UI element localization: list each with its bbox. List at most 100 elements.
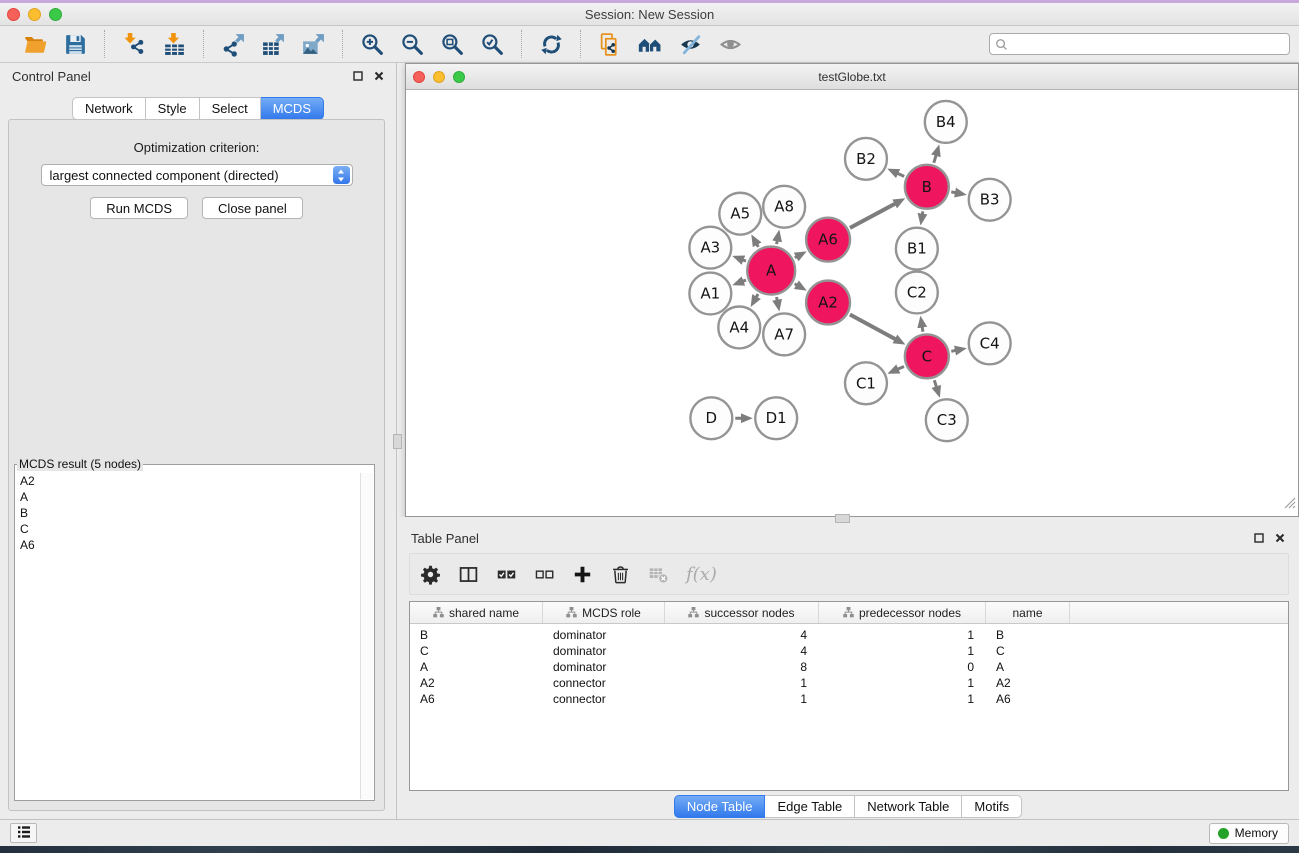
graph-node-B[interactable]: B	[905, 165, 949, 209]
memory-button[interactable]: Memory	[1209, 823, 1289, 844]
delete-column-button[interactable]	[610, 564, 631, 585]
float-table-panel-button[interactable]	[1254, 531, 1264, 546]
mcds-result-item[interactable]: C	[16, 521, 360, 537]
graph-edge-A-A7[interactable]	[777, 297, 778, 301]
graph-node-A6[interactable]: A6	[806, 218, 850, 262]
tab-style[interactable]: Style	[146, 97, 200, 120]
resize-grip-icon[interactable]	[1284, 496, 1296, 514]
graph-edge-B-B2[interactable]	[897, 173, 904, 176]
column-header-mcds-role[interactable]: MCDS role	[543, 602, 665, 623]
graph-node-C1[interactable]: C1	[845, 362, 887, 404]
network-canvas[interactable]: AA1A2A3A4A5A6A7A8BB1B2B3B4CC1C2C3C4DD1	[406, 90, 1298, 516]
graph-edge-A-A4[interactable]	[756, 294, 758, 298]
settings-gear-button[interactable]	[420, 564, 441, 585]
graph-node-B2[interactable]: B2	[845, 138, 887, 180]
table-row[interactable]: Cdominator41C	[410, 643, 1288, 659]
mcds-list-scrollbar[interactable]	[360, 473, 373, 799]
task-history-button[interactable]	[10, 823, 37, 843]
graph-node-C2[interactable]: C2	[896, 272, 938, 314]
deselect-all-button[interactable]	[534, 564, 555, 585]
first-neighbors-button[interactable]	[634, 30, 666, 58]
tab-mcds[interactable]: MCDS	[261, 97, 324, 120]
graph-edge-C-C3[interactable]	[934, 380, 936, 388]
mcds-result-item[interactable]: A	[16, 489, 360, 505]
graph-node-C3[interactable]: C3	[926, 399, 968, 441]
open-session-button[interactable]	[19, 30, 51, 58]
import-network-button[interactable]	[118, 30, 150, 58]
run-mcds-button[interactable]: Run MCDS	[90, 197, 188, 219]
search-box[interactable]	[989, 33, 1290, 55]
tab-edge-table[interactable]: Edge Table	[765, 795, 855, 818]
graph-edge-A-A8[interactable]	[777, 240, 778, 244]
select-all-button[interactable]	[496, 564, 517, 585]
close-table-panel-button[interactable]	[1275, 531, 1285, 546]
close-panel-button[interactable]	[374, 69, 384, 84]
save-session-button[interactable]	[59, 30, 91, 58]
table-row[interactable]: Adominator80A	[410, 659, 1288, 675]
graph-edge-A-A6[interactable]	[795, 256, 798, 257]
show-eye-button[interactable]	[714, 30, 746, 58]
import-table-button[interactable]	[158, 30, 190, 58]
column-header-successor-nodes[interactable]: successor nodes	[665, 602, 819, 623]
graph-node-C4[interactable]: C4	[969, 322, 1011, 364]
table-row[interactable]: A6connector11A6	[410, 691, 1288, 707]
graph-node-A7[interactable]: A7	[763, 313, 805, 355]
tab-network[interactable]: Network	[72, 97, 146, 120]
mcds-result-item[interactable]: A6	[16, 537, 360, 553]
graph-node-A[interactable]: A	[747, 247, 795, 295]
graph-node-B4[interactable]: B4	[925, 101, 967, 143]
graph-node-A3[interactable]: A3	[689, 227, 731, 269]
network-canvas-svg[interactable]: AA1A2A3A4A5A6A7A8BB1B2B3B4CC1C2C3C4DD1	[406, 90, 1298, 516]
graph-edge-A-A1[interactable]	[742, 280, 746, 281]
table-row[interactable]: A2connector11A2	[410, 675, 1288, 691]
table-row[interactable]: Bdominator41B	[410, 627, 1288, 643]
graph-edge-C-C1[interactable]	[897, 366, 904, 369]
graph-node-A4[interactable]: A4	[718, 306, 760, 348]
export-table-button[interactable]	[257, 30, 289, 58]
column-header-shared-name[interactable]: shared name	[410, 602, 543, 623]
mcds-result-item[interactable]: B	[16, 505, 360, 521]
float-panel-button[interactable]	[353, 69, 363, 84]
graph-node-B3[interactable]: B3	[969, 179, 1011, 221]
mcds-result-list[interactable]: A2ABCA6	[16, 473, 360, 799]
tab-select[interactable]: Select	[200, 97, 261, 120]
graph-edge-B-B4[interactable]	[934, 154, 936, 162]
clipboard-network-button[interactable]	[594, 30, 626, 58]
graph-edge-B-B3[interactable]	[951, 192, 956, 193]
tab-motifs[interactable]: Motifs	[962, 795, 1022, 818]
search-input[interactable]	[1011, 36, 1289, 52]
mcds-result-item[interactable]: A2	[16, 473, 360, 489]
vertical-splitter-grip[interactable]	[393, 434, 402, 449]
hide-eye-button[interactable]	[674, 30, 706, 58]
graph-node-A1[interactable]: A1	[689, 273, 731, 315]
graph-node-A2[interactable]: A2	[806, 281, 850, 325]
zoom-out-button[interactable]	[396, 30, 428, 58]
graph-node-C[interactable]: C	[905, 334, 949, 378]
graph-edge-A-A2[interactable]	[795, 284, 798, 286]
network-window-titlebar[interactable]: testGlobe.txt	[406, 64, 1298, 90]
refresh-network-button[interactable]	[535, 30, 567, 58]
tab-node-table[interactable]: Node Table	[674, 795, 766, 818]
graph-edge-C-C2[interactable]	[922, 326, 923, 332]
column-header-name[interactable]: name	[986, 602, 1070, 623]
export-network-button[interactable]	[217, 30, 249, 58]
graph-edge-A6-B[interactable]	[850, 203, 896, 228]
zoom-fit-button[interactable]	[436, 30, 468, 58]
horizontal-splitter-grip[interactable]	[835, 514, 850, 523]
export-image-button[interactable]	[297, 30, 329, 58]
graph-node-B1[interactable]: B1	[896, 228, 938, 270]
close-panel-button-mcds[interactable]: Close panel	[202, 197, 303, 219]
criterion-select[interactable]: largest connected component (directed)	[41, 164, 353, 186]
graph-node-A8[interactable]: A8	[763, 186, 805, 228]
column-header-predecessor-nodes[interactable]: predecessor nodes	[819, 602, 986, 623]
graph-edge-C-C4[interactable]	[951, 350, 956, 351]
zoom-in-button[interactable]	[356, 30, 388, 58]
add-column-button[interactable]	[572, 564, 593, 585]
graph-edge-A2-C[interactable]	[850, 314, 896, 339]
graph-node-A5[interactable]: A5	[719, 193, 761, 235]
tab-network-table[interactable]: Network Table	[855, 795, 962, 818]
graph-edge-A-A3[interactable]	[742, 260, 746, 261]
graph-edge-A-A5[interactable]	[756, 244, 758, 247]
graph-node-D1[interactable]: D1	[755, 397, 797, 439]
graph-edge-B-B1[interactable]	[922, 211, 923, 215]
